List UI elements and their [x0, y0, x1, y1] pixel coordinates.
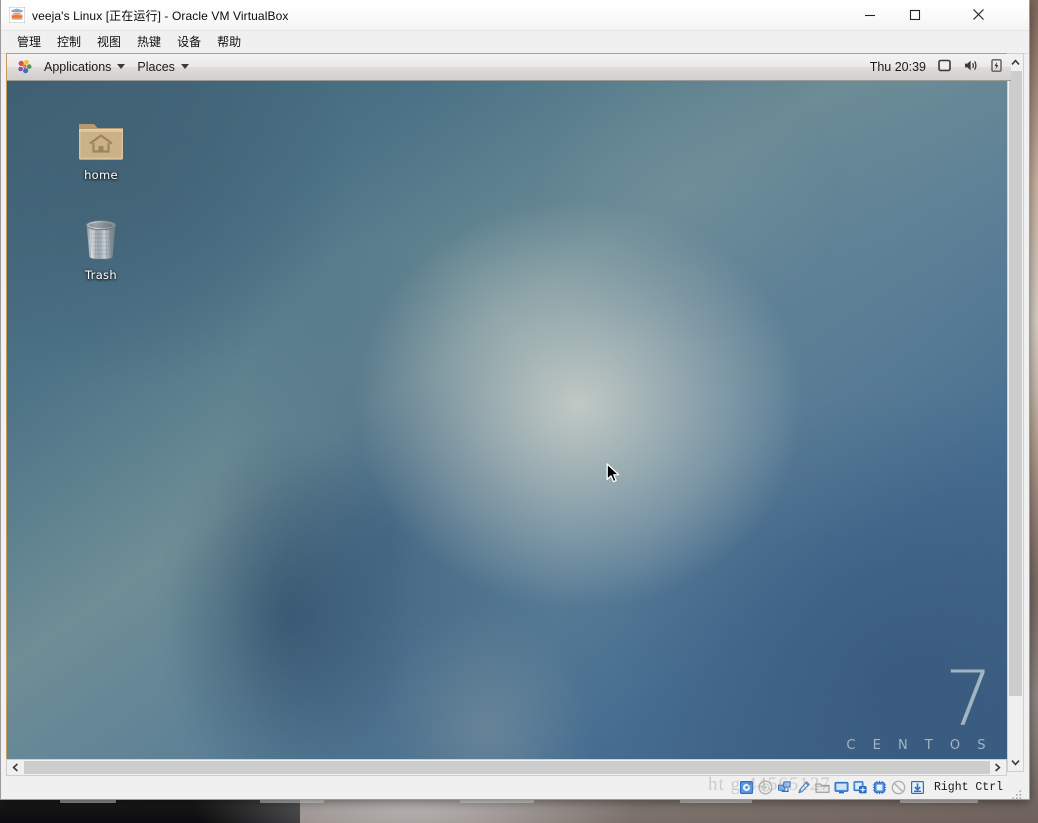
window-title: veeja's Linux [正在运行] - Oracle VM Virtual…	[32, 8, 289, 23]
scroll-down-arrow[interactable]	[1008, 754, 1023, 771]
guest-screen[interactable]: Applications Places Thu 20:39 home Trash…	[6, 53, 1012, 772]
desktop-icon-trash-label: Trash	[85, 268, 117, 282]
vertical-scrollbar[interactable]	[1007, 53, 1024, 772]
arrow-cursor	[606, 463, 622, 490]
horizontal-scroll-thumb[interactable]	[24, 761, 990, 774]
desktop-wallpaper[interactable]: home Trash 7 C E N T O S	[7, 80, 1011, 771]
display-icon[interactable]	[834, 780, 850, 796]
close-button[interactable]	[950, 0, 1006, 29]
menu-item-devices[interactable]: 设备	[169, 31, 209, 53]
optical-disc-icon[interactable]	[758, 780, 774, 796]
gnome-foot-icon	[16, 58, 34, 76]
panel-menu-applications[interactable]: Applications	[40, 58, 133, 77]
desktop-icon-home[interactable]: home	[57, 114, 145, 182]
usb-icon[interactable]	[796, 780, 812, 796]
horizontal-scrollbar[interactable]	[6, 759, 1007, 776]
menu-item-control[interactable]: 控制	[49, 31, 89, 53]
panel-clock[interactable]: Thu 20:39	[870, 60, 926, 74]
mouse-integration-icon[interactable]	[891, 780, 907, 796]
chevron-down-icon	[117, 64, 126, 69]
capture-icon[interactable]	[910, 780, 926, 796]
network-icon[interactable]	[777, 780, 793, 796]
window-titlebar[interactable]: veeja's Linux [正在运行] - Oracle VM Virtual…	[1, 0, 1029, 31]
panel-menu-applications-label: Applications	[44, 59, 112, 74]
minimize-button[interactable]	[847, 0, 892, 29]
display-icon[interactable]	[937, 58, 952, 76]
centos-watermark: 7 C E N T O S	[846, 654, 993, 754]
panel-menu-places-label: Places	[137, 59, 175, 74]
centos-version-number: 7	[944, 654, 993, 743]
trash-can-icon	[57, 214, 145, 262]
vertical-scroll-thumb[interactable]	[1009, 71, 1022, 696]
desktop-icon-trash[interactable]: Trash	[57, 214, 145, 282]
gnome-top-panel: Applications Places Thu 20:39	[7, 54, 1011, 81]
panel-tray: Thu 20:39	[870, 54, 1003, 80]
menu-item-hotkeys[interactable]: 热键	[129, 31, 169, 53]
vm-statusbar: ht g 44565127 Right Ctrl	[2, 774, 1028, 800]
panel-menu-places[interactable]: Places	[133, 58, 197, 77]
battery-icon[interactable]	[990, 58, 1003, 76]
hard-disk-icon[interactable]	[739, 780, 755, 796]
virtualbox-icon	[8, 6, 26, 24]
shared-folders-icon[interactable]	[815, 780, 831, 796]
menubar: 管理 控制 视图 热键 设备 帮助	[1, 31, 1029, 54]
scroll-right-arrow[interactable]	[989, 760, 1006, 775]
volume-icon[interactable]	[963, 58, 979, 76]
menu-item-manage[interactable]: 管理	[9, 31, 49, 53]
virtualbox-window: veeja's Linux [正在运行] - Oracle VM Virtual…	[0, 0, 1030, 800]
centos-wordmark: C E N T O S	[846, 738, 992, 753]
host-desktop-icon-row	[60, 799, 1038, 809]
resize-grip[interactable]	[1012, 787, 1022, 800]
scroll-left-arrow[interactable]	[7, 760, 24, 775]
chevron-down-icon	[180, 64, 189, 69]
home-folder-icon	[57, 114, 145, 162]
menu-item-view[interactable]: 视图	[89, 31, 129, 53]
remote-display-icon[interactable]	[853, 780, 869, 796]
desktop-icon-home-label: home	[84, 168, 118, 182]
cpu-icon[interactable]	[872, 780, 888, 796]
menu-item-help[interactable]: 帮助	[209, 31, 249, 53]
maximize-button[interactable]	[892, 0, 937, 29]
host-key-indicator: Right Ctrl	[933, 781, 1003, 794]
